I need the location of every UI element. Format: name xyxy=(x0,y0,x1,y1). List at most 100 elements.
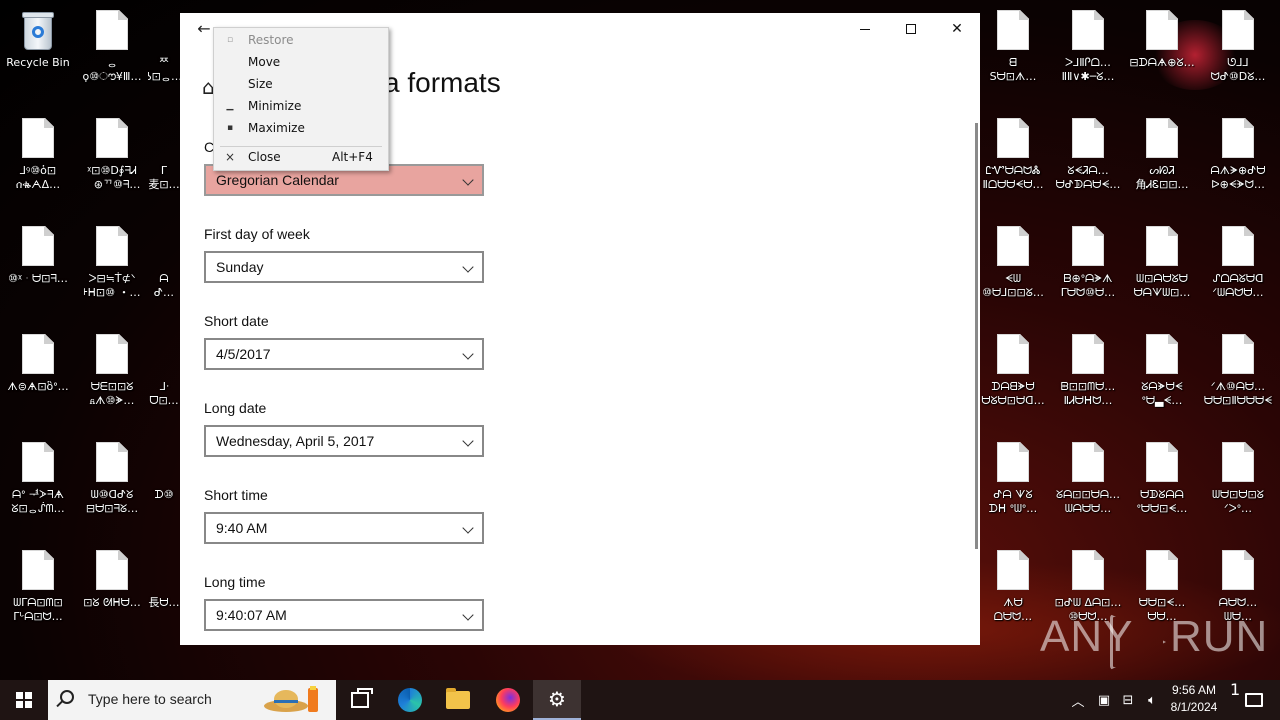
dropdown-value: Wednesday, April 5, 2017 xyxy=(216,433,375,449)
desktop-file-icon[interactable]: ᔑᗝᗩᘜᗨᗡ ᐟᗯᗩᗢᗨ… xyxy=(1200,218,1276,318)
show-hidden-icons-button[interactable]: ︿ xyxy=(1066,680,1090,720)
taskbar-search-box[interactable]: Type here to search xyxy=(48,680,336,720)
desktop-file-icon[interactable]: ᘎ⅃⅃ ᗢᕷ⑩ᗞᘜ… xyxy=(1200,2,1276,102)
desktop-file-icon[interactable]: ᗨᗫᘜᗩᗩ ᐤᗨᗨ⊡ᗕ… xyxy=(1124,434,1200,534)
desktop-file-icon[interactable]: ᗪ⑩ xyxy=(148,434,180,534)
chevron-down-icon xyxy=(462,435,474,447)
file-icon xyxy=(997,334,1029,374)
desktop-file-icon[interactable]: ᆼ ϙ⑩ൗ¥Ⅲ… xyxy=(74,2,150,102)
desktop-icon-label: ᕷ… xyxy=(153,286,175,299)
desktop-file-icon[interactable]: ᘜᗩᗚᗨᗕ ᐤᗨ▃ᗕ… xyxy=(1124,326,1200,426)
desktop-file-icon[interactable]: ᏝᏉᗨᗩᗢᏜ Ⅱᗝᗨᗨᗕᗨ… xyxy=(975,110,1051,210)
menu-item-move[interactable]: Move xyxy=(214,51,388,73)
scrollbar[interactable] xyxy=(975,123,978,549)
menu-item-size[interactable]: Size xyxy=(214,73,388,95)
short-date-dropdown[interactable]: 4/5/2017 xyxy=(204,338,484,370)
menu-item-maximize[interactable]: ▪ Maximize xyxy=(214,117,388,139)
long-date-dropdown[interactable]: Wednesday, April 5, 2017 xyxy=(204,425,484,457)
desktop-file-icon[interactable]: ᘜᗩ⊡⊡ᗨᗩ… ᗯᗩᗨᗨ… xyxy=(1050,434,1126,534)
desktop-icon-label: ᏝᏉᗨᗩᗢᏜ xyxy=(985,164,1041,177)
desktop-icon-label: ᗨᗨ⊡ᗕ… xyxy=(1138,596,1186,609)
desktop-icon-label: ᗯᒥᗩ⊡ᗰ⊡ xyxy=(13,596,63,609)
desktop-file-icon[interactable]: ᘜᗕᏘᗩ… ᗨᕷᗫᗩᗨᗕ… xyxy=(1050,110,1126,210)
desktop-file-icon[interactable]: ⊡ᘜ ᘛᕼᗨ… xyxy=(74,542,150,642)
taskbar: Type here to search ⚙ ︿ ▣ ⊟ 🔈︎ 9:56 AM 8… xyxy=(0,680,1280,720)
network-button[interactable]: ⊟ xyxy=(1116,680,1140,720)
desktop-file-icon[interactable]: ᗕᗯ ⑩ᗨ⅃⊡⊡ᘜ… xyxy=(975,218,1051,318)
anyrun-watermark: ANY RUN xyxy=(1040,612,1267,672)
task-view-button[interactable] xyxy=(336,680,384,720)
desktop-file-icon[interactable]: ᗸ⊡⊡ᗰᗨ… ⅡᏗᗨᕼᗢ… xyxy=(1050,326,1126,426)
desktop-icon-label: ᗺ xyxy=(1009,56,1017,69)
desktop-file-icon[interactable]: ⑩ᵡᆞᗨ⊡ᖷ… xyxy=(0,218,76,318)
desktop-icon-label: ᆼ xyxy=(106,56,118,69)
desktop-file-icon[interactable]: ᗑ⊜ᗗ⊡ὃᐤ… xyxy=(0,326,76,426)
desktop-icon-label: ᗨᗫᘜᗩᗩ xyxy=(1140,488,1184,501)
desktop-file-icon[interactable]: ᐟᗑ⑩ᗩᗨ… ᗨᗨ⊡Ⅱᗨᗨᗨᗕ xyxy=(1200,326,1276,426)
close-button[interactable]: ✕ xyxy=(934,13,980,45)
desktop-file-icon[interactable]: ᗩ ᕷ… xyxy=(148,218,180,318)
desktop-file-icon[interactable]: ⊟ᗪᗩᗗ⊕ᘜ… xyxy=(1124,2,1200,102)
desktop-file-icon[interactable]: ᗷ⊕ᐤᗩᗘᗑ ᒥᗨᗢ⑩ᗨ… xyxy=(1050,218,1126,318)
desktop-icon-label: ᘜᗩ⊡⊡ᗨᗩ… xyxy=(1056,488,1120,501)
desktop-icon-label: ᒥᒡᗩ⊡ᗢ… xyxy=(13,610,63,623)
desktop-file-icon[interactable]: ᗪᗩᗺᗚᗨ ᗨᘜᗨ⊡ᗨᗡ… xyxy=(975,326,1051,426)
long-time-dropdown[interactable]: 9:40:07 AM xyxy=(204,599,484,631)
desktop-icon-label: ϙ⑩ൗ¥Ⅲ… xyxy=(82,70,142,83)
desktop-file-icon[interactable]: ᗨᗴ⊡⊡ᘜ ᏺᗑ⑩ᗘ… xyxy=(74,326,150,426)
desktop-file-icon[interactable]: ᕷᗩ ᗐᘜ ᗪᕼ ᐤᗯᐤ… xyxy=(975,434,1051,534)
folder-icon xyxy=(446,688,470,709)
desktop-icon-label: 麦⊡… xyxy=(148,178,180,191)
notification-badge: 1 xyxy=(1230,680,1241,699)
desktop-icon-label: ⊟ᗪᗩᗗ⊕ᘜ… xyxy=(1129,56,1195,69)
desktop-file-icon[interactable]: ᗯ⊡ᗩᗨᘜᗨ ᗨᗩᗐᗯ⊡… xyxy=(1124,218,1200,318)
task-view-icon xyxy=(351,688,373,708)
desktop-file-icon[interactable]: ᵡ⊡⑩ᗞ∮ᖷᏗ ᅟ⊛ᄁ⑩ᖷ… xyxy=(74,110,150,210)
chevron-down-icon xyxy=(462,522,474,534)
desktop-icon-label: ᅟ⊛ᄁ⑩ᖷ… xyxy=(83,178,141,191)
desktop-file-icon[interactable]: ᔕᘗᏘ 角ᏗᏋ⊡⊡… xyxy=(1124,110,1200,210)
menu-item-restore[interactable]: ▫ Restore xyxy=(214,29,388,51)
desktop-file-icon[interactable]: ᗯᗨ⊡ᗨ⊡ᘜ ᐟᐳᐤ… xyxy=(1200,434,1276,534)
search-icon xyxy=(60,690,74,704)
desktop-file-icon[interactable]: ᐳ⅃ⅡᎵᗝ… ⅡⅡ∨✱─ᘜ… xyxy=(1050,2,1126,102)
desktop-file-icon[interactable]: ᒥ 麦⊡… xyxy=(148,110,180,210)
dropdown-value: Gregorian Calendar xyxy=(216,172,339,188)
menu-item-label: Close xyxy=(248,150,281,164)
desktop-file-icon[interactable]: ᒧᐧ ᗜ⊡… xyxy=(148,326,180,426)
desktop-file-icon[interactable]: ᐳ⊟≒Ṫ⊄ᐠ ᡰᕼ⊡⑩ ・… xyxy=(74,218,150,318)
file-explorer-taskbar-button[interactable] xyxy=(434,680,482,720)
menu-item-minimize[interactable]: ▁ Minimize xyxy=(214,95,388,117)
file-icon xyxy=(997,442,1029,482)
desktop-file-icon[interactable]: ᗩᐤ ᅾᗆᖷᗗ ᘜ⊡ᆼᔒᗰ… xyxy=(0,434,76,534)
desktop-file-icon[interactable]: ᗩᗑᗚ⊕ᕷᗨ ᐅ⊕ᗕᗘᗢ… xyxy=(1200,110,1276,210)
desktop-file-icon[interactable]: ᗯ⑩ᗡᕷᘜ ⊟ᗨ⊡ᖷᘜ… xyxy=(74,434,150,534)
file-icon xyxy=(1146,118,1178,158)
desktop-file-icon[interactable]: ⅃ꝰ⑩ὁ⊡ ሰቈᗅᐃ… xyxy=(0,110,76,210)
minimize-button[interactable] xyxy=(842,13,888,45)
desktop-file-icon[interactable]: ᗯᒥᗩ⊡ᗰ⊡ ᒥᒡᗩ⊡ᗢ… xyxy=(0,542,76,642)
recycle-bin-image xyxy=(20,10,56,50)
desktop-file-icon[interactable]: ᄍ ʖ⊡ᆼ… xyxy=(148,2,180,102)
edge-taskbar-button[interactable] xyxy=(386,680,434,720)
short-time-dropdown[interactable]: 9:40 AM xyxy=(204,512,484,544)
desktop-file-icon[interactable]: 長ᗨ… xyxy=(148,542,180,642)
recycle-bin-icon[interactable]: Recycle Bin xyxy=(0,2,76,102)
desktop-icon-label: ⑩ᗨ⅃⊡⊡ᘜ… xyxy=(982,286,1044,299)
file-icon xyxy=(22,334,54,374)
first-day-dropdown[interactable]: Sunday xyxy=(204,251,484,283)
desktop-file-icon[interactable]: ᗺ Sᗨ⊡ᗑ… xyxy=(975,2,1051,102)
settings-taskbar-button[interactable]: ⚙ xyxy=(533,680,581,720)
file-icon xyxy=(22,550,54,590)
firefox-taskbar-button[interactable] xyxy=(484,680,532,720)
taskbar-clock[interactable]: 9:56 AM 8/1/2024 xyxy=(1160,682,1228,718)
start-button[interactable] xyxy=(0,680,48,720)
edge-icon xyxy=(398,688,422,712)
desktop-icon-label: ᐳ⅃ⅡᎵᗝ… xyxy=(1065,56,1111,69)
tray-device-icon[interactable]: ▣ xyxy=(1092,680,1116,720)
menu-item-close[interactable]: × Close Alt+F4 xyxy=(214,146,388,168)
maximize-button[interactable] xyxy=(888,13,934,45)
file-icon xyxy=(96,334,128,374)
file-icon xyxy=(22,118,54,158)
desktop-icon-label: ᏺᗑ⑩ᗘ… xyxy=(89,394,135,407)
